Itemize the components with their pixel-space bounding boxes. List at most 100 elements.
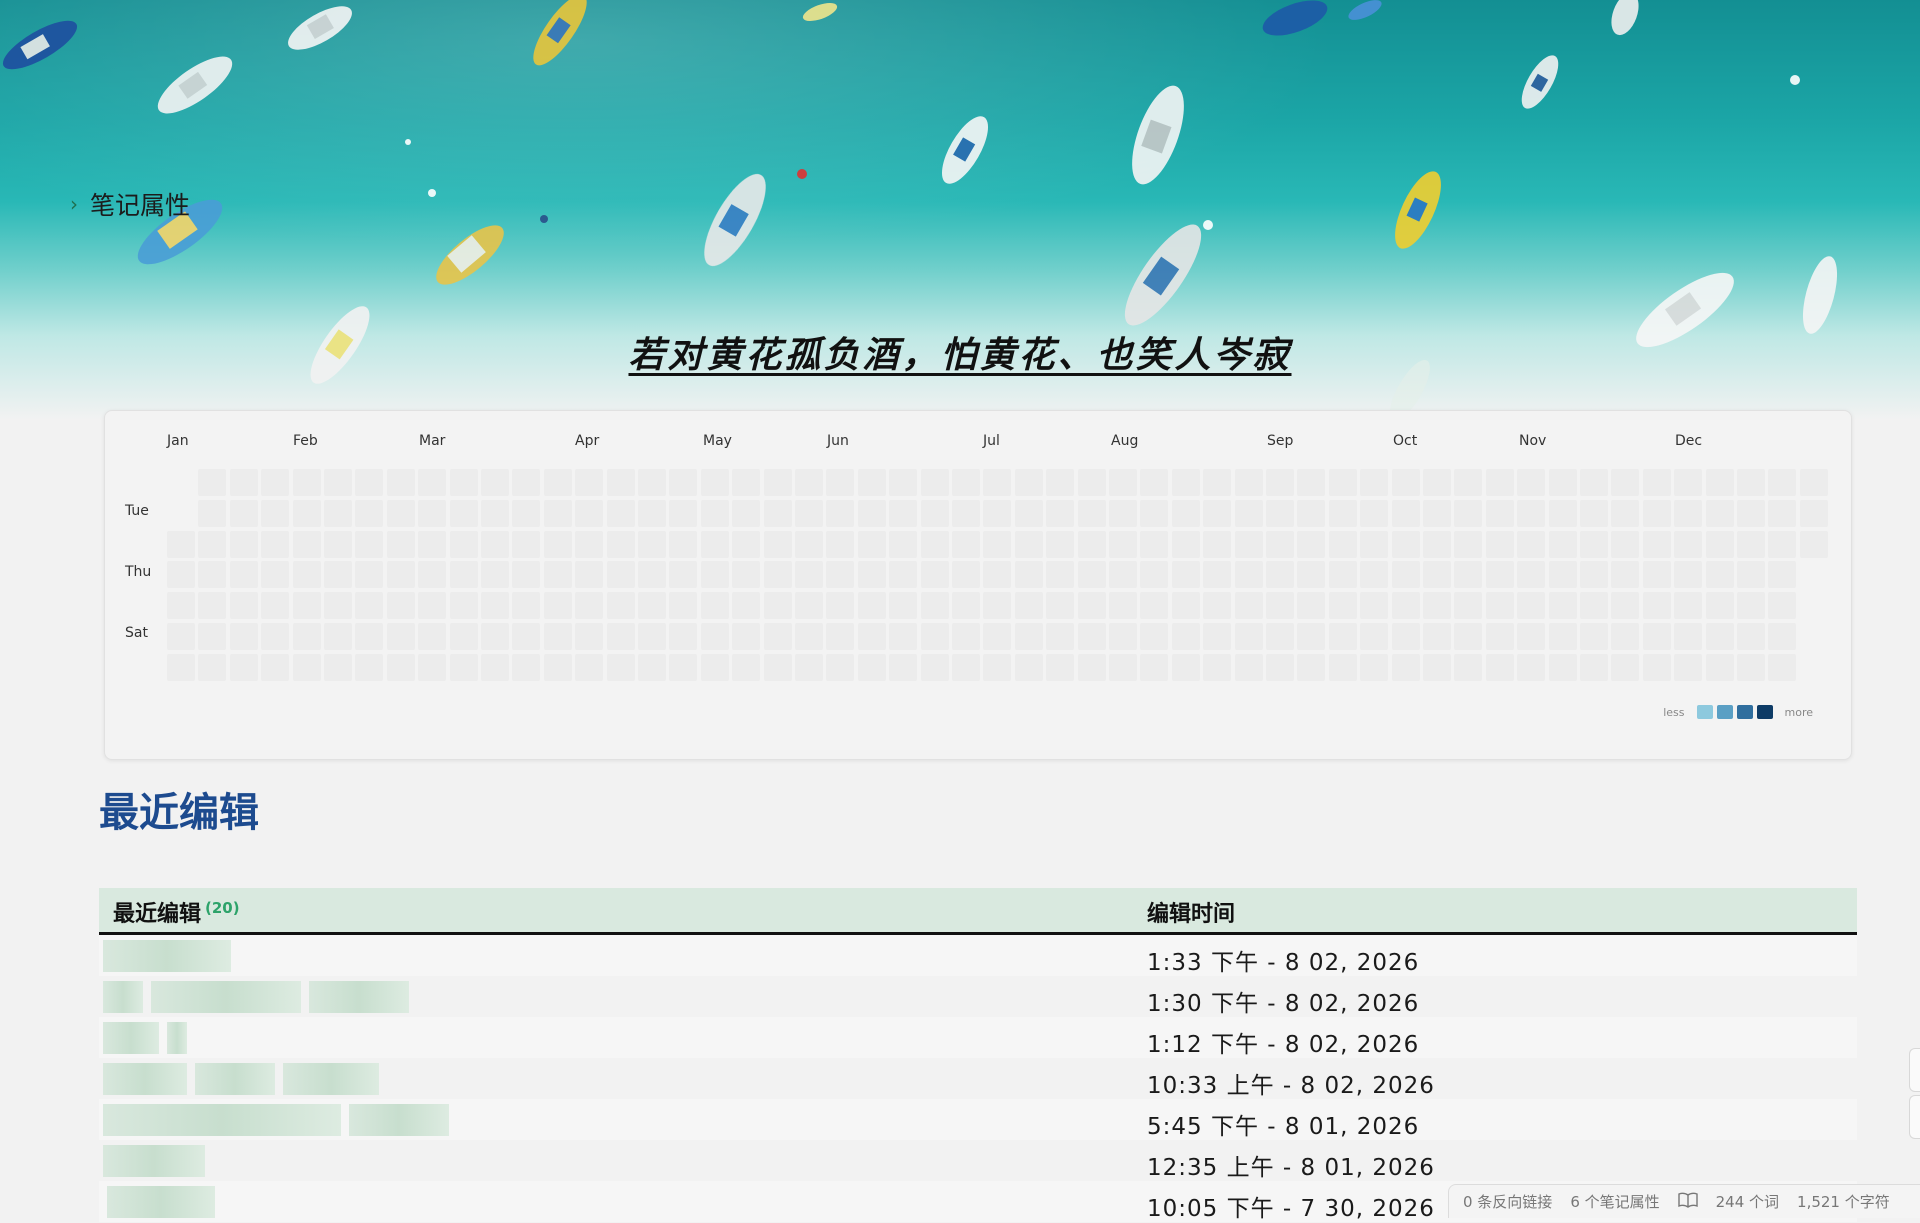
heatmap-cell[interactable]: [167, 592, 195, 619]
heatmap-cell[interactable]: [355, 531, 383, 558]
heatmap-cell[interactable]: [669, 561, 697, 588]
heatmap-cell[interactable]: [1203, 469, 1231, 496]
heatmap-cell[interactable]: [1203, 654, 1231, 681]
heatmap-cell[interactable]: [1486, 592, 1514, 619]
heatmap-cell[interactable]: [1078, 654, 1106, 681]
heatmap-cell[interactable]: [858, 654, 886, 681]
heatmap-cell[interactable]: [230, 469, 258, 496]
heatmap-cell[interactable]: [795, 561, 823, 588]
heatmap-cell[interactable]: [355, 500, 383, 527]
heatmap-cell[interactable]: [921, 531, 949, 558]
heatmap-cell[interactable]: [1046, 592, 1074, 619]
heatmap-cell[interactable]: [1643, 592, 1671, 619]
heatmap-cell[interactable]: [1580, 592, 1608, 619]
heatmap-cell[interactable]: [450, 561, 478, 588]
heatmap-cell[interactable]: [198, 654, 226, 681]
heatmap-cell[interactable]: [1078, 531, 1106, 558]
heatmap-cell[interactable]: [701, 469, 729, 496]
heatmap-cell[interactable]: [1360, 500, 1388, 527]
heatmap-cell[interactable]: [1046, 531, 1074, 558]
heatmap-cell[interactable]: [921, 592, 949, 619]
heatmap-cell[interactable]: [1266, 500, 1294, 527]
heatmap-cell[interactable]: [1109, 623, 1137, 650]
heatmap-cell[interactable]: [1454, 592, 1482, 619]
heatmap-cell[interactable]: [261, 654, 289, 681]
heatmap-cell[interactable]: [1486, 469, 1514, 496]
heatmap-cell[interactable]: [1078, 561, 1106, 588]
heatmap-cell[interactable]: [1549, 500, 1577, 527]
heatmap-cell[interactable]: [1392, 469, 1420, 496]
heatmap-cell[interactable]: [1674, 531, 1702, 558]
heatmap-cell[interactable]: [481, 469, 509, 496]
heatmap-cell[interactable]: [1737, 561, 1765, 588]
heatmap-cell[interactable]: [607, 623, 635, 650]
heatmap-cell[interactable]: [450, 654, 478, 681]
heatmap-cell[interactable]: [732, 592, 760, 619]
heatmap-cell[interactable]: [1486, 500, 1514, 527]
heatmap-cell[interactable]: [1046, 500, 1074, 527]
properties-count[interactable]: 6 个笔记属性: [1570, 1191, 1659, 1212]
heatmap-cell[interactable]: [544, 561, 572, 588]
side-panel-handle[interactable]: [1909, 1048, 1920, 1092]
heatmap-cell[interactable]: [1454, 500, 1482, 527]
heatmap-cell[interactable]: [418, 500, 446, 527]
heatmap-cell[interactable]: [230, 531, 258, 558]
heatmap-cell[interactable]: [983, 623, 1011, 650]
heatmap-cell[interactable]: [544, 623, 572, 650]
heatmap-cell[interactable]: [607, 469, 635, 496]
heatmap-cell[interactable]: [638, 623, 666, 650]
heatmap-cell[interactable]: [1015, 500, 1043, 527]
heatmap-cell[interactable]: [1768, 469, 1796, 496]
heatmap-cell[interactable]: [1768, 561, 1796, 588]
heatmap-cell[interactable]: [1392, 654, 1420, 681]
heatmap-cell[interactable]: [1046, 623, 1074, 650]
heatmap-cell[interactable]: [167, 654, 195, 681]
heatmap-cell[interactable]: [1486, 531, 1514, 558]
heatmap-cell[interactable]: [1674, 592, 1702, 619]
heatmap-cell[interactable]: [1203, 623, 1231, 650]
heatmap-cell[interactable]: [889, 500, 917, 527]
note-link[interactable]: [103, 1063, 379, 1095]
heatmap-cell[interactable]: [1706, 500, 1734, 527]
heatmap-cell[interactable]: [795, 531, 823, 558]
heatmap-cell[interactable]: [1580, 531, 1608, 558]
heatmap-cell[interactable]: [575, 561, 603, 588]
heatmap-cell[interactable]: [669, 592, 697, 619]
heatmap-cell[interactable]: [544, 592, 572, 619]
heatmap-cell[interactable]: [1611, 531, 1639, 558]
heatmap-cell[interactable]: [575, 500, 603, 527]
heatmap-cell[interactable]: [1109, 469, 1137, 496]
heatmap-cell[interactable]: [921, 561, 949, 588]
heatmap-cell[interactable]: [1768, 500, 1796, 527]
heatmap-cell[interactable]: [764, 500, 792, 527]
heatmap-cell[interactable]: [826, 623, 854, 650]
heatmap-cell[interactable]: [575, 592, 603, 619]
heatmap-cell[interactable]: [1235, 531, 1263, 558]
heatmap-cell[interactable]: [1203, 531, 1231, 558]
heatmap-cell[interactable]: [450, 623, 478, 650]
column-header-time[interactable]: 编辑时间: [1147, 896, 1235, 928]
heatmap-cell[interactable]: [1360, 654, 1388, 681]
heatmap-cell[interactable]: [324, 561, 352, 588]
side-panel-handle[interactable]: [1909, 1095, 1920, 1139]
heatmap-cell[interactable]: [575, 531, 603, 558]
heatmap-cell[interactable]: [983, 561, 1011, 588]
heatmap-cell[interactable]: [512, 623, 540, 650]
note-link[interactable]: [103, 1104, 449, 1136]
heatmap-cell[interactable]: [450, 469, 478, 496]
heatmap-cell[interactable]: [355, 623, 383, 650]
heatmap-cell[interactable]: [607, 500, 635, 527]
heatmap-cell[interactable]: [1517, 654, 1545, 681]
heatmap-cell[interactable]: [607, 531, 635, 558]
heatmap-cell[interactable]: [167, 623, 195, 650]
heatmap-cell[interactable]: [575, 469, 603, 496]
heatmap-cell[interactable]: [638, 500, 666, 527]
heatmap-cell[interactable]: [1015, 623, 1043, 650]
heatmap-cell[interactable]: [1235, 561, 1263, 588]
heatmap-cell[interactable]: [1768, 592, 1796, 619]
backlinks-count[interactable]: 0 条反向链接: [1463, 1191, 1552, 1212]
heatmap-cell[interactable]: [1768, 623, 1796, 650]
heatmap-cell[interactable]: [324, 500, 352, 527]
column-header-name[interactable]: 最近编辑 (20): [113, 896, 240, 928]
heatmap-cell[interactable]: [1266, 531, 1294, 558]
